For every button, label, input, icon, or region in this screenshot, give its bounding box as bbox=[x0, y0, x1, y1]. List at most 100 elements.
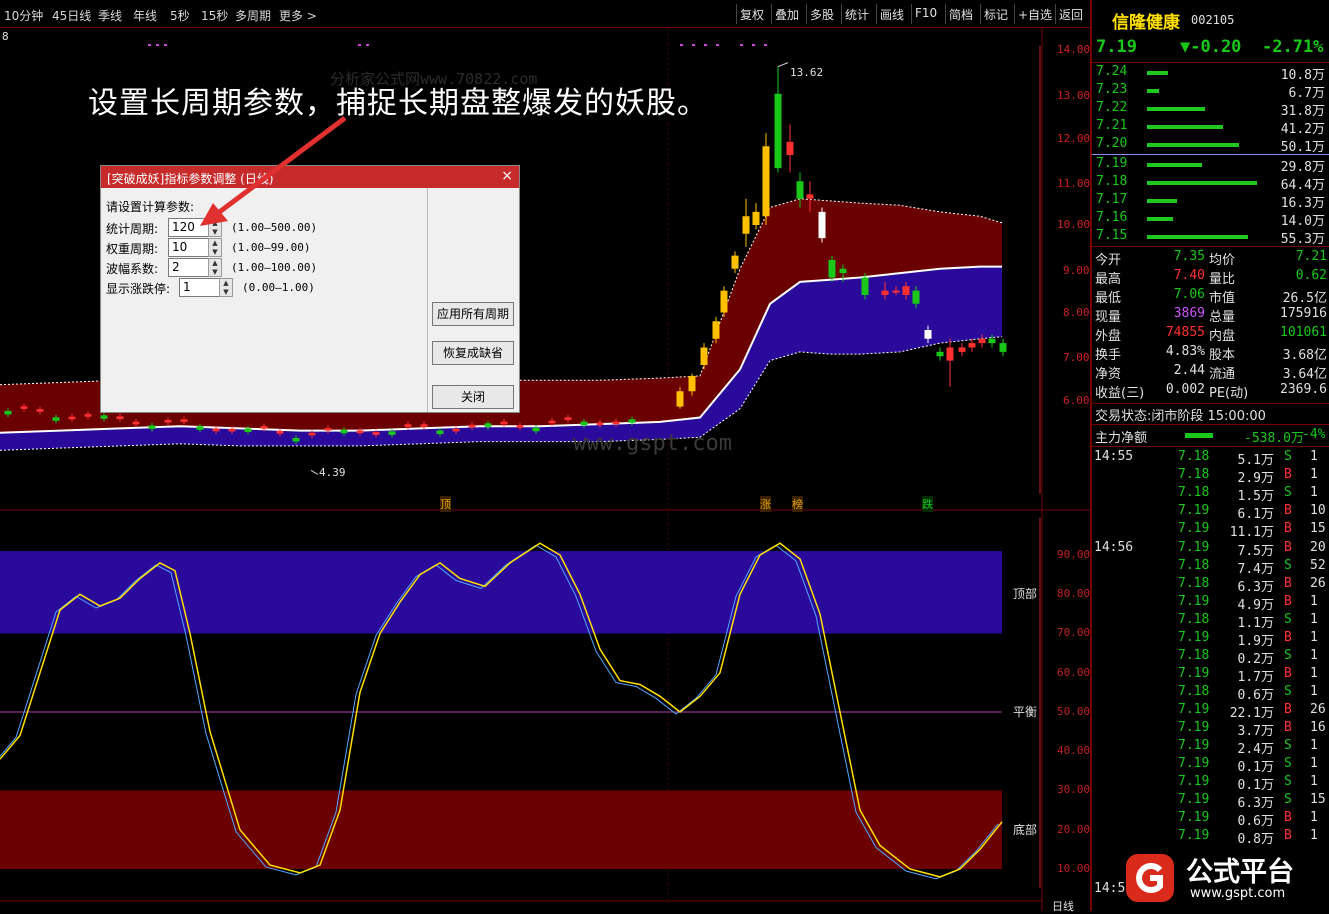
tick-row: 7.19 22.1万 B 26 bbox=[1092, 702, 1329, 721]
tick-volume: 5.1万 bbox=[1237, 453, 1274, 468]
tick-side: B bbox=[1284, 630, 1292, 645]
book-volume: 55.3万 bbox=[1280, 232, 1325, 247]
volume-bar bbox=[1147, 163, 1202, 167]
tick-count: 1 bbox=[1310, 738, 1318, 753]
stat-row: 最高 7.40 量比 0.62 bbox=[1092, 268, 1329, 287]
fund-flow-pct: -4% bbox=[1302, 427, 1326, 442]
tick-volume: 22.1万 bbox=[1229, 706, 1274, 721]
tick-volume: 3.7万 bbox=[1237, 724, 1274, 739]
stock-code: 002105 bbox=[1191, 13, 1235, 27]
stat-label: 股本 bbox=[1209, 348, 1236, 363]
tick-row: 14:55 7.18 5.1万 S 1 bbox=[1092, 449, 1329, 468]
stat-row: 换手 4.83% 股本 3.68亿 bbox=[1092, 344, 1329, 363]
tick-price: 7.18 bbox=[1178, 576, 1210, 591]
volume-bar bbox=[1147, 107, 1205, 111]
tick-count: 1 bbox=[1310, 630, 1318, 645]
ask-row: 7.23 6.7万 bbox=[1092, 82, 1329, 101]
tick-volume: 0.8万 bbox=[1237, 832, 1274, 847]
book-price: 7.19 bbox=[1096, 156, 1128, 171]
tick-row: 7.19 1.9万 B 1 bbox=[1092, 630, 1329, 649]
tick-side: B bbox=[1284, 666, 1292, 681]
tick-price: 7.19 bbox=[1178, 774, 1210, 789]
gspt-logo: 公式平台 www.gspt.com bbox=[1120, 848, 1320, 906]
tick-count: 1 bbox=[1310, 666, 1318, 681]
tick-side: B bbox=[1284, 467, 1292, 482]
tick-side: S bbox=[1284, 612, 1292, 627]
tick-price: 7.18 bbox=[1178, 485, 1210, 500]
tick-volume: 6.1万 bbox=[1237, 507, 1274, 522]
tick-count: 1 bbox=[1310, 810, 1318, 825]
tick-side: B bbox=[1284, 521, 1292, 536]
stat-value: 3.64亿 bbox=[1282, 367, 1327, 382]
volume-bar bbox=[1147, 143, 1239, 147]
stat-label: 外盘 bbox=[1095, 329, 1122, 344]
tick-price: 7.19 bbox=[1178, 630, 1210, 645]
book-volume: 64.4万 bbox=[1280, 178, 1325, 193]
tick-price: 7.18 bbox=[1178, 684, 1210, 699]
stat-row: 净资 2.44 流通 3.64亿 bbox=[1092, 363, 1329, 382]
tick-side: B bbox=[1284, 576, 1292, 591]
tick-volume: 2.9万 bbox=[1237, 471, 1274, 486]
stat-label: PE(动) bbox=[1209, 386, 1249, 401]
book-price: 7.16 bbox=[1096, 210, 1128, 225]
tick-row: 7.19 1.7万 B 1 bbox=[1092, 666, 1329, 685]
bid-row: 7.18 64.4万 bbox=[1092, 174, 1329, 193]
tick-price: 7.19 bbox=[1178, 594, 1210, 609]
stat-value: 101061 bbox=[1280, 325, 1327, 340]
tick-side: B bbox=[1284, 540, 1292, 555]
ask-row: 7.20 50.1万 bbox=[1092, 136, 1329, 155]
tick-price: 7.19 bbox=[1178, 540, 1210, 555]
book-price: 7.23 bbox=[1096, 82, 1128, 97]
tick-volume: 0.6万 bbox=[1237, 688, 1274, 703]
book-volume: 31.8万 bbox=[1280, 104, 1325, 119]
book-price: 7.18 bbox=[1096, 174, 1128, 189]
tick-price: 7.19 bbox=[1178, 503, 1210, 518]
stat-value: 4.83% bbox=[1165, 344, 1205, 359]
stat-row: 最低 7.06 市值 26.5亿 bbox=[1092, 287, 1329, 306]
volume-bar bbox=[1147, 89, 1159, 93]
bid-row: 7.17 16.3万 bbox=[1092, 192, 1329, 211]
stat-value: 0.62 bbox=[1295, 268, 1327, 283]
book-price: 7.17 bbox=[1096, 192, 1128, 207]
tick-side: S bbox=[1284, 684, 1292, 699]
tick-volume: 1.5万 bbox=[1237, 489, 1274, 504]
tick-time: 14:55 bbox=[1094, 449, 1134, 464]
tick-count: 1 bbox=[1310, 684, 1318, 699]
tick-count: 26 bbox=[1310, 576, 1326, 591]
tick-row: 7.19 6.3万 S 15 bbox=[1092, 792, 1329, 811]
tick-count: 1 bbox=[1310, 485, 1318, 500]
stat-label: 量比 bbox=[1209, 272, 1236, 287]
tick-volume: 6.3万 bbox=[1237, 580, 1274, 595]
tick-volume: 1.1万 bbox=[1237, 616, 1274, 631]
tick-price: 7.18 bbox=[1178, 558, 1210, 573]
tick-row: 7.19 0.6万 B 1 bbox=[1092, 810, 1329, 829]
logo-text: 公式平台 bbox=[1186, 857, 1294, 888]
tick-count: 10 bbox=[1310, 503, 1326, 518]
volume-bar bbox=[1147, 235, 1248, 239]
fund-flow-bar bbox=[1185, 433, 1213, 438]
book-volume: 29.8万 bbox=[1280, 160, 1325, 175]
stat-value: 3869 bbox=[1173, 306, 1205, 321]
tick-volume: 0.1万 bbox=[1237, 778, 1274, 793]
bid-row: 7.19 29.8万 bbox=[1092, 156, 1329, 175]
tick-price: 7.19 bbox=[1178, 666, 1210, 681]
tick-count: 1 bbox=[1310, 828, 1318, 843]
stat-value: 7.35 bbox=[1173, 249, 1205, 264]
book-volume: 16.3万 bbox=[1280, 196, 1325, 211]
stat-label: 最高 bbox=[1095, 272, 1122, 287]
tick-side: B bbox=[1284, 503, 1292, 518]
tick-time: 14:56 bbox=[1094, 540, 1134, 555]
tick-row: 7.18 1.5万 S 1 bbox=[1092, 485, 1329, 504]
fund-flow-label: 主力净额 bbox=[1095, 431, 1148, 446]
tick-volume: 0.6万 bbox=[1237, 814, 1274, 829]
ask-row: 7.24 10.8万 bbox=[1092, 64, 1329, 83]
tick-price: 7.18 bbox=[1178, 612, 1210, 627]
tick-row: 7.18 0.6万 S 1 bbox=[1092, 684, 1329, 703]
tick-side: B bbox=[1284, 828, 1292, 843]
stat-label: 净资 bbox=[1095, 367, 1122, 382]
stat-value: 175916 bbox=[1280, 306, 1327, 321]
tick-count: 1 bbox=[1310, 612, 1318, 627]
tick-volume: 0.2万 bbox=[1237, 652, 1274, 667]
book-volume: 41.2万 bbox=[1280, 122, 1325, 137]
stat-value: 74855 bbox=[1165, 325, 1205, 340]
